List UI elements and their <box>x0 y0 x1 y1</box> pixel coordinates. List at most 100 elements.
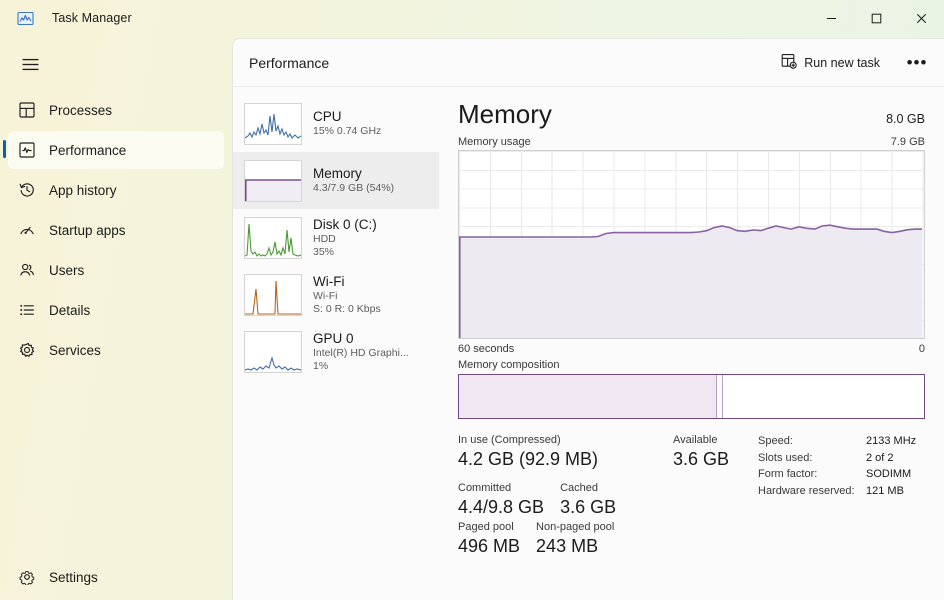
spec-value: 2133 MHz <box>866 433 916 450</box>
sidebar-nav: Processes Performance <box>0 91 232 369</box>
gpu-thumbnail-graph <box>244 331 302 373</box>
stat-value: 496 MB <box>458 534 520 559</box>
users-icon <box>8 262 46 278</box>
usage-labels: Memory usage 7.9 GB <box>458 136 925 148</box>
sidebar-item-app-history[interactable]: App history <box>8 171 224 209</box>
resource-meta: CPU 15% 0.74 GHz <box>313 109 381 138</box>
wifi-thumbnail-graph <box>244 274 302 316</box>
graph-axis-labels: 60 seconds 0 <box>458 343 925 355</box>
stat-label: Cached <box>560 481 616 495</box>
sidebar-item-label: Settings <box>49 570 98 585</box>
composition-divider-2 <box>722 375 723 418</box>
resource-item-wifi[interactable]: Wi-Fi Wi-Fi S: 0 R: 0 Kbps <box>233 266 439 323</box>
composition-in-use-segment <box>459 375 716 418</box>
close-button[interactable] <box>899 0 944 36</box>
stats-column-left: In use (Compressed) 4.2 GB (92.9 MB) Com… <box>458 433 673 559</box>
axis-label-right: 0 <box>919 343 925 355</box>
resource-detail-2: S: 0 R: 0 Kbps <box>313 303 381 316</box>
window-title: Task Manager <box>52 11 132 25</box>
resource-name: CPU <box>313 109 381 125</box>
memory-usage-area-series <box>459 151 922 338</box>
stat-value: 243 MB <box>536 534 614 559</box>
gear-icon <box>8 569 46 585</box>
spec-label: Slots used: <box>758 450 866 467</box>
composition-divider-1 <box>716 375 717 418</box>
performance-icon <box>8 142 46 158</box>
maximize-button[interactable] <box>854 0 899 36</box>
sidebar-item-label: Processes <box>49 103 112 118</box>
stat-available: Available 3.6 GB <box>673 433 748 472</box>
window-controls <box>809 0 944 36</box>
run-new-task-icon <box>781 53 797 72</box>
sidebar-item-label: Startup apps <box>49 223 126 238</box>
memory-usage-graph <box>458 150 925 339</box>
minimize-button[interactable] <box>809 0 854 36</box>
resource-detail-2: 1% <box>313 360 409 373</box>
resource-item-disk0[interactable]: Disk 0 (C:) HDD 35% <box>233 209 439 266</box>
resource-item-cpu[interactable]: CPU 15% 0.74 GHz <box>233 95 439 152</box>
spec-value: SODIMM <box>866 466 911 483</box>
stats-row-committed-cached: Committed 4.4/9.8 GB Cached 3.6 GB <box>458 481 673 520</box>
spec-label: Speed: <box>758 433 866 450</box>
memory-usage-label: Memory usage <box>458 136 531 148</box>
details-icon <box>8 302 46 318</box>
stat-label: Committed <box>458 481 544 495</box>
stat-value: 4.4/9.8 GB <box>458 495 544 520</box>
spec-value: 2 of 2 <box>866 450 894 467</box>
more-options-button[interactable]: ••• <box>900 48 934 78</box>
sidebar-item-details[interactable]: Details <box>8 291 224 329</box>
run-new-task-button[interactable]: Run new task <box>771 48 890 78</box>
resource-detail-1: Wi-Fi <box>313 290 381 303</box>
content-panel: Performance Run new task <box>232 38 944 600</box>
stat-value: 4.2 GB (92.9 MB) <box>458 447 673 472</box>
resource-detail-2: 35% <box>313 246 377 259</box>
hamburger-menu-icon[interactable] <box>8 45 52 83</box>
spec-form-factor: Form factor: SODIMM <box>758 466 916 483</box>
content-toolbar: Performance Run new task <box>233 39 944 87</box>
spec-label: Hardware reserved: <box>758 483 866 500</box>
sidebar-item-label: App history <box>49 183 117 198</box>
title-bar: Task Manager <box>0 0 944 36</box>
stat-label: In use (Compressed) <box>458 433 673 447</box>
sidebar-item-settings[interactable]: Settings <box>8 558 224 596</box>
sidebar-item-label: Services <box>49 343 101 358</box>
services-icon <box>8 342 46 358</box>
resource-item-memory[interactable]: Memory 4.3/7.9 GB (54%) <box>233 152 439 209</box>
disk-thumbnail-graph <box>244 217 302 259</box>
memory-stats: In use (Compressed) 4.2 GB (92.9 MB) Com… <box>458 433 925 559</box>
sidebar-item-startup-apps[interactable]: Startup apps <box>8 211 224 249</box>
resource-item-gpu0[interactable]: GPU 0 Intel(R) HD Graphi... 1% <box>233 323 439 380</box>
sidebar-item-label: Performance <box>49 143 126 158</box>
page-title: Performance <box>249 55 329 71</box>
memory-composition-bar[interactable] <box>458 374 925 419</box>
task-manager-icon <box>16 9 34 27</box>
stat-paged-pool: Paged pool 496 MB <box>458 520 520 559</box>
resource-detail-1: 4.3/7.9 GB (54%) <box>313 182 394 195</box>
stat-value: 3.6 GB <box>560 495 616 520</box>
resource-detail-1: Intel(R) HD Graphi... <box>313 347 409 360</box>
run-new-task-label: Run new task <box>804 56 880 70</box>
sidebar-item-users[interactable]: Users <box>8 251 224 289</box>
sidebar-item-label: Users <box>49 263 84 278</box>
stat-label: Paged pool <box>458 520 520 534</box>
stats-row-pools: Paged pool 496 MB Non-paged pool 243 MB <box>458 520 673 559</box>
axis-label-left: 60 seconds <box>458 343 514 355</box>
startup-apps-icon <box>8 222 46 238</box>
spec-hardware-reserved: Hardware reserved: 121 MB <box>758 483 916 500</box>
sidebar-item-performance[interactable]: Performance <box>8 131 224 169</box>
spec-slots-used: Slots used: 2 of 2 <box>758 450 916 467</box>
sidebar: Processes Performance <box>0 36 232 600</box>
stat-cached: Cached 3.6 GB <box>560 481 616 520</box>
resource-name: GPU 0 <box>313 331 409 347</box>
stat-nonpaged-pool: Non-paged pool 243 MB <box>536 520 614 559</box>
stat-label: Non-paged pool <box>536 520 614 534</box>
sidebar-item-services[interactable]: Services <box>8 331 224 369</box>
memory-title: Memory <box>458 99 552 129</box>
resource-list: CPU 15% 0.74 GHz Memory 4.3/7.9 GB (54%) <box>233 88 439 600</box>
stat-value: 3.6 GB <box>673 447 748 472</box>
resource-name: Disk 0 (C:) <box>313 217 377 233</box>
stats-column-specs: Speed: 2133 MHz Slots used: 2 of 2 Form … <box>758 433 916 559</box>
sidebar-item-processes[interactable]: Processes <box>8 91 224 129</box>
resource-name: Memory <box>313 166 394 182</box>
stats-column-middle: Available 3.6 GB <box>673 433 748 559</box>
